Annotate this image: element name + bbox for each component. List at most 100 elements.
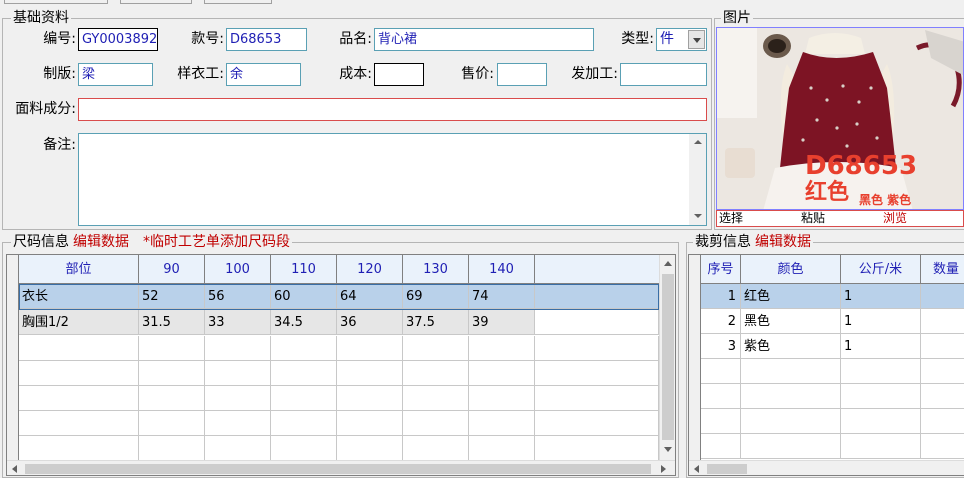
cut-col-index[interactable]: 序号 xyxy=(701,255,741,284)
cut-cell-empty[interactable] xyxy=(741,409,841,434)
cut-cell[interactable]: 1 xyxy=(841,284,921,309)
cut-cell[interactable] xyxy=(921,309,964,334)
size-cell[interactable]: 31.5 xyxy=(139,310,205,335)
size-vscroll-thumb[interactable] xyxy=(662,274,674,440)
size-cell[interactable]: 36 xyxy=(337,310,403,335)
cut-col-color[interactable]: 颜色 xyxy=(741,255,841,284)
product-photo[interactable]: D68653 红色 黑色 紫色 xyxy=(716,27,964,210)
style-no-field[interactable]: D68653 xyxy=(226,28,307,51)
size-cell[interactable]: 52 xyxy=(139,284,205,309)
size-cell-empty[interactable] xyxy=(535,386,659,411)
photo-paste-button[interactable]: 粘贴 xyxy=(801,211,825,226)
cut-cell-empty[interactable] xyxy=(701,434,741,459)
cut-cell[interactable]: 1 xyxy=(841,309,921,334)
size-cell-empty[interactable] xyxy=(271,336,337,361)
size-cell-empty[interactable] xyxy=(139,361,205,386)
size-cell-empty[interactable] xyxy=(271,361,337,386)
size-cell-empty[interactable] xyxy=(403,336,469,361)
size-cell-empty[interactable] xyxy=(469,436,535,461)
size-cell-empty[interactable] xyxy=(271,386,337,411)
size-col-part[interactable]: 部位 xyxy=(19,255,139,284)
cut-cell[interactable]: 2 xyxy=(701,309,741,334)
cut-cell[interactable]: 1 xyxy=(841,334,921,359)
size-cell-empty[interactable] xyxy=(19,386,139,411)
size-cell-empty[interactable] xyxy=(19,411,139,436)
size-cell-empty[interactable] xyxy=(19,361,139,386)
cut-cell-empty[interactable] xyxy=(841,384,921,409)
cut-cell-empty[interactable] xyxy=(701,384,741,409)
cut-grid[interactable]: 序号 颜色 公斤/米 数量 1 红色 1 2 黑色 1 3 紫色 1 xyxy=(688,254,964,476)
cut-cell[interactable] xyxy=(921,334,964,359)
top-tab-2[interactable] xyxy=(120,0,192,4)
size-cell-empty[interactable] xyxy=(337,436,403,461)
cut-col-kg-m[interactable]: 公斤/米 xyxy=(841,255,921,284)
size-cell-empty[interactable] xyxy=(535,336,659,361)
size-col-130[interactable]: 130 xyxy=(403,255,469,284)
cut-cell-empty[interactable] xyxy=(921,409,964,434)
cut-cell-empty[interactable] xyxy=(701,359,741,384)
chevron-down-icon[interactable] xyxy=(688,30,705,49)
size-cell[interactable]: 胸围1/2 xyxy=(19,310,139,335)
cut-cell[interactable]: 3 xyxy=(701,334,741,359)
size-cell-empty[interactable] xyxy=(205,361,271,386)
scroll-right-icon[interactable] xyxy=(661,465,666,473)
size-cell-empty[interactable] xyxy=(469,361,535,386)
size-cell[interactable]: 衣长 xyxy=(19,284,139,309)
size-cell-empty[interactable] xyxy=(337,361,403,386)
scroll-down-icon[interactable] xyxy=(664,447,672,452)
scroll-up-icon[interactable] xyxy=(664,261,672,266)
cut-edit-data-link[interactable]: 编辑数据 xyxy=(755,234,811,250)
size-cell-empty[interactable] xyxy=(469,386,535,411)
size-col-140[interactable]: 140 xyxy=(469,255,535,284)
size-cell-empty[interactable] xyxy=(469,336,535,361)
scroll-down-icon[interactable] xyxy=(689,208,706,225)
cut-cell[interactable] xyxy=(921,284,964,309)
size-cell-empty[interactable] xyxy=(337,411,403,436)
cut-cell-empty[interactable] xyxy=(741,434,841,459)
cut-cell-empty[interactable] xyxy=(841,359,921,384)
scroll-left-icon[interactable] xyxy=(12,465,17,473)
cut-cell[interactable]: 红色 xyxy=(741,284,841,309)
type-select[interactable]: 件 xyxy=(656,28,707,51)
size-cell-empty[interactable] xyxy=(19,436,139,461)
sample-worker-field[interactable]: 余 xyxy=(226,63,301,86)
cut-col-qty[interactable]: 数量 xyxy=(921,255,964,284)
size-col-90[interactable]: 90 xyxy=(139,255,205,284)
photo-browse-button[interactable]: 浏览 xyxy=(883,211,907,226)
size-cell[interactable]: 56 xyxy=(205,284,271,309)
cut-cell[interactable]: 紫色 xyxy=(741,334,841,359)
cost-field[interactable] xyxy=(374,63,424,86)
photo-select-button[interactable]: 选择 xyxy=(719,211,743,226)
size-grid-hscroll[interactable] xyxy=(7,460,675,475)
size-col-100[interactable]: 100 xyxy=(205,255,271,284)
top-tab-3[interactable] xyxy=(204,0,272,4)
size-cell-empty[interactable] xyxy=(139,411,205,436)
size-cell-empty[interactable] xyxy=(337,336,403,361)
size-cell[interactable]: 34.5 xyxy=(271,310,337,335)
size-cell[interactable]: 37.5 xyxy=(403,310,469,335)
notes-textarea[interactable] xyxy=(78,133,707,226)
cut-cell[interactable]: 1 xyxy=(701,284,741,309)
size-col-120[interactable]: 120 xyxy=(337,255,403,284)
size-grid-vscroll[interactable] xyxy=(659,255,675,460)
size-col-110[interactable]: 110 xyxy=(271,255,337,284)
code-field[interactable]: GY0003892 xyxy=(78,28,158,51)
size-cell-empty[interactable] xyxy=(139,436,205,461)
cut-cell-empty[interactable] xyxy=(921,359,964,384)
size-cell-empty[interactable] xyxy=(337,386,403,411)
size-cell-empty[interactable] xyxy=(205,336,271,361)
size-cell-empty[interactable] xyxy=(535,411,659,436)
top-tab-1[interactable] xyxy=(4,0,108,4)
fabric-field[interactable] xyxy=(78,98,707,121)
size-cell-empty[interactable] xyxy=(19,336,139,361)
cut-cell[interactable]: 黑色 xyxy=(741,309,841,334)
size-cell-empty[interactable] xyxy=(139,386,205,411)
size-grid[interactable]: 部位 90 100 110 120 130 140 衣长 52 56 60 64… xyxy=(6,254,676,476)
scroll-up-icon[interactable] xyxy=(689,134,706,151)
cut-cell-empty[interactable] xyxy=(921,434,964,459)
size-cell[interactable]: 33 xyxy=(205,310,271,335)
cut-hscroll-thumb[interactable] xyxy=(707,464,747,474)
cut-cell-empty[interactable] xyxy=(921,384,964,409)
size-cell-empty[interactable] xyxy=(535,284,659,309)
size-cell-empty[interactable] xyxy=(205,386,271,411)
